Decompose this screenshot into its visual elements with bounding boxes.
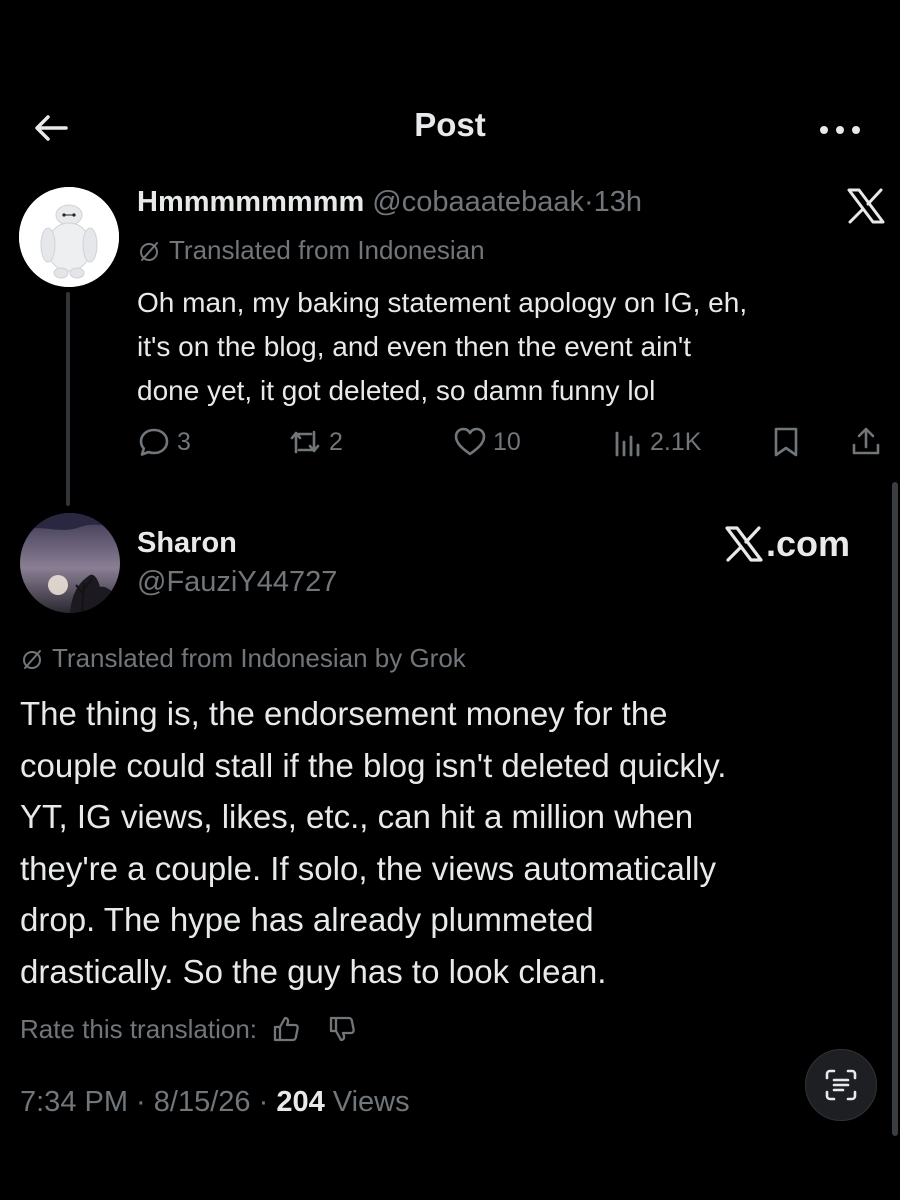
- avatar[interactable]: [19, 187, 119, 287]
- views-count: 2.1K: [650, 427, 702, 456]
- thumbs-up-icon: [273, 1016, 299, 1042]
- scrollbar[interactable]: [892, 482, 898, 1136]
- post1-body-line: done yet, it got deleted, so damn funny …: [137, 375, 656, 406]
- post1-body-line: it's on the blog, and even then the even…: [137, 331, 691, 362]
- repost-icon: [290, 430, 320, 454]
- views-label: Views: [324, 1086, 410, 1118]
- avatar[interactable]: [20, 513, 120, 613]
- rate-translation: Rate this translation:: [20, 1012, 359, 1046]
- x-com-text: .com: [766, 523, 851, 564]
- post2-body-line: The thing is, the endorsement money for …: [20, 695, 668, 732]
- post1-separator: ·: [583, 186, 594, 218]
- post2-body: The thing is, the endorsement money for …: [20, 688, 880, 997]
- post2-body-line: drop. The hype has already plummeted: [20, 901, 594, 938]
- post-timestamp: 7:34 PM · 8/15/26 · 204 Views: [20, 1086, 410, 1119]
- translated-label[interactable]: Translated from Indonesian by Grok: [20, 643, 466, 674]
- post2-body-line: they're a couple. If solo, the views aut…: [20, 849, 716, 887]
- post1-header: Hmmmmmmmm @cobaaatebaak·13h: [137, 186, 642, 219]
- timestamp-text[interactable]: 7:34 PM · 8/15/26 ·: [20, 1086, 276, 1118]
- like-button[interactable]: 10: [453, 420, 521, 464]
- page-title: Post: [414, 106, 486, 143]
- thread-connector-line: [66, 292, 70, 506]
- x-logo-icon: [846, 188, 886, 224]
- thumbs-up-button[interactable]: [269, 1012, 303, 1046]
- x-logo-icon: [725, 526, 763, 562]
- reply-count: 3: [177, 427, 191, 456]
- text-scan-button[interactable]: [805, 1049, 877, 1121]
- repost-count: 2: [329, 427, 343, 456]
- translated-label[interactable]: Translated from Indonesian: [137, 235, 485, 266]
- share-icon: [852, 427, 880, 455]
- more-options-button[interactable]: [816, 117, 864, 143]
- rate-label: Rate this translation:: [20, 1013, 258, 1044]
- post2-body-line: couple could stall if the blog isn't del…: [20, 746, 727, 784]
- reply-button[interactable]: 3: [137, 420, 191, 464]
- post2-handle[interactable]: @FauziY44727: [137, 566, 337, 599]
- post2-body-line: drastically. So the guy has to look clea…: [20, 952, 607, 990]
- globe-slash-icon: [23, 649, 41, 669]
- bookmark-button[interactable]: [771, 420, 807, 464]
- more-dots-icon: [820, 126, 860, 134]
- like-count: 10: [493, 427, 521, 456]
- text-scan-icon: [825, 1069, 857, 1101]
- post2-body-line: YT, IG views, likes, etc., can hit a mil…: [20, 798, 694, 835]
- post1-body: Oh man, my baking statement apology on I…: [137, 281, 882, 413]
- reply-bubble-icon: [139, 428, 169, 456]
- translated-text: Translated from Indonesian by Grok: [52, 643, 466, 673]
- x-com-watermark: .com: [724, 521, 872, 567]
- views-number: 204: [276, 1086, 325, 1118]
- repost-button[interactable]: 2: [287, 420, 343, 464]
- share-button[interactable]: [849, 420, 889, 464]
- post1-handle[interactable]: @cobaaatebaak: [372, 186, 584, 218]
- translated-text: Translated from Indonesian: [169, 235, 485, 265]
- heart-icon: [454, 427, 486, 456]
- views-bars-icon: [615, 431, 640, 457]
- views-button[interactable]: 2.1K: [612, 420, 701, 464]
- post1-time[interactable]: 13h: [594, 186, 642, 218]
- post1-display-name[interactable]: Hmmmmmmmm: [137, 186, 364, 218]
- post1-body-line: Oh man, my baking statement apology on I…: [137, 287, 748, 318]
- post2-display-name[interactable]: Sharon: [137, 527, 237, 560]
- thumbs-down-icon: [329, 1016, 355, 1042]
- avatar-image: [20, 513, 120, 613]
- thumbs-down-button[interactable]: [325, 1012, 359, 1046]
- post1-action-bar: 3 2 10 2.1K: [137, 420, 887, 464]
- avatar-image: [19, 187, 119, 287]
- globe-slash-icon: [140, 241, 158, 261]
- bookmark-icon: [774, 427, 798, 457]
